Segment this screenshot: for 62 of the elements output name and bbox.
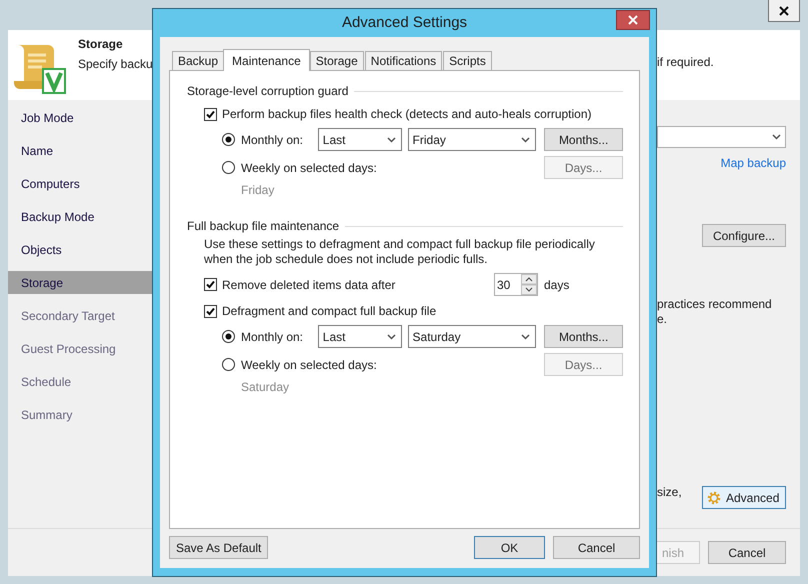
months-button[interactable]: Months... <box>544 325 624 348</box>
checkbox[interactable] <box>204 108 217 120</box>
schedule-summary: Friday <box>241 182 274 199</box>
months-button[interactable]: Months... <box>544 128 624 151</box>
ok-button[interactable]: OK <box>474 536 545 559</box>
close-icon <box>628 15 638 25</box>
checkbox-label: Remove deleted items data after <box>222 276 396 294</box>
storage-note: practices recommend e. <box>657 297 773 327</box>
radio-label: Weekly on selected days: <box>241 160 378 176</box>
checkbox[interactable] <box>204 278 217 291</box>
header-description: Specify backu <box>78 56 153 73</box>
tab[interactable]: Storage <box>310 51 364 70</box>
radio-button[interactable] <box>222 358 235 371</box>
checkbox-label: Perform backup files health check (detects and auto-heals corruption) <box>222 106 592 123</box>
step-item[interactable]: Objects <box>8 238 152 261</box>
close-button[interactable] <box>616 10 650 30</box>
tab[interactable]: Backup <box>172 51 224 70</box>
chevron-icon <box>772 134 781 140</box>
dropdown[interactable]: Saturday <box>408 325 536 348</box>
checkbox-label: Defragment and compact full backup file <box>222 303 436 320</box>
save-default-button[interactable]: Save As Default <box>169 536 268 559</box>
schedule-summary: Saturday <box>241 379 290 396</box>
dialog-title: Advanced Settings <box>342 12 468 33</box>
step-item[interactable]: Job Mode <box>8 106 152 129</box>
tab[interactable]: Maintenance <box>223 49 310 71</box>
radio-label: Monthly on: <box>240 328 304 346</box>
chevron-icon <box>386 136 396 142</box>
radio-button[interactable] <box>222 161 235 174</box>
header-description: if required. <box>657 54 714 71</box>
cancel-button[interactable]: Cancel <box>708 541 786 564</box>
tab[interactable]: Scripts <box>443 51 492 70</box>
step-item[interactable]: Backup Mode <box>8 205 152 228</box>
checkbox[interactable] <box>204 304 217 318</box>
map-backup-link[interactable]: Map backup <box>720 154 786 172</box>
gear-icon <box>706 490 722 506</box>
size-note: size, <box>657 484 682 501</box>
tab[interactable]: Notifications <box>364 51 442 70</box>
cancel-button[interactable]: Cancel <box>553 536 640 559</box>
close-icon <box>779 6 789 16</box>
dropdown[interactable]: Friday <box>408 128 536 151</box>
dropdown[interactable]: Last <box>318 128 402 151</box>
header-title: Storage <box>78 36 124 51</box>
close-button[interactable] <box>768 0 800 22</box>
advanced-button[interactable]: Advanced <box>702 486 786 509</box>
radio-button[interactable] <box>222 330 235 343</box>
radio-label: Monthly on: <box>240 132 304 148</box>
radio-label: Weekly on selected days: <box>241 356 378 374</box>
chevron-icon <box>521 334 530 340</box>
unit-label: days <box>544 276 570 294</box>
step-item[interactable]: Name <box>8 139 152 162</box>
dropdown[interactable]: Last <box>318 325 402 348</box>
step-item[interactable]: Computers <box>8 172 152 195</box>
chevron-icon <box>386 334 396 340</box>
radio-button[interactable] <box>222 133 235 146</box>
step-item[interactable]: Storage <box>8 271 152 294</box>
chevron-icon <box>521 136 530 142</box>
description-text: Use these settings to defragment and compact full backup file periodically when the job schedule does not include periodic fulls. <box>204 237 596 267</box>
section-title: Full backup file maintenance <box>187 218 340 235</box>
spin-box[interactable]: 30 <box>494 273 538 296</box>
section-title: Storage-level corruption guard <box>187 83 348 100</box>
configure-button[interactable]: Configure... <box>702 224 786 247</box>
spinner-arrows-icon[interactable] <box>521 274 537 295</box>
